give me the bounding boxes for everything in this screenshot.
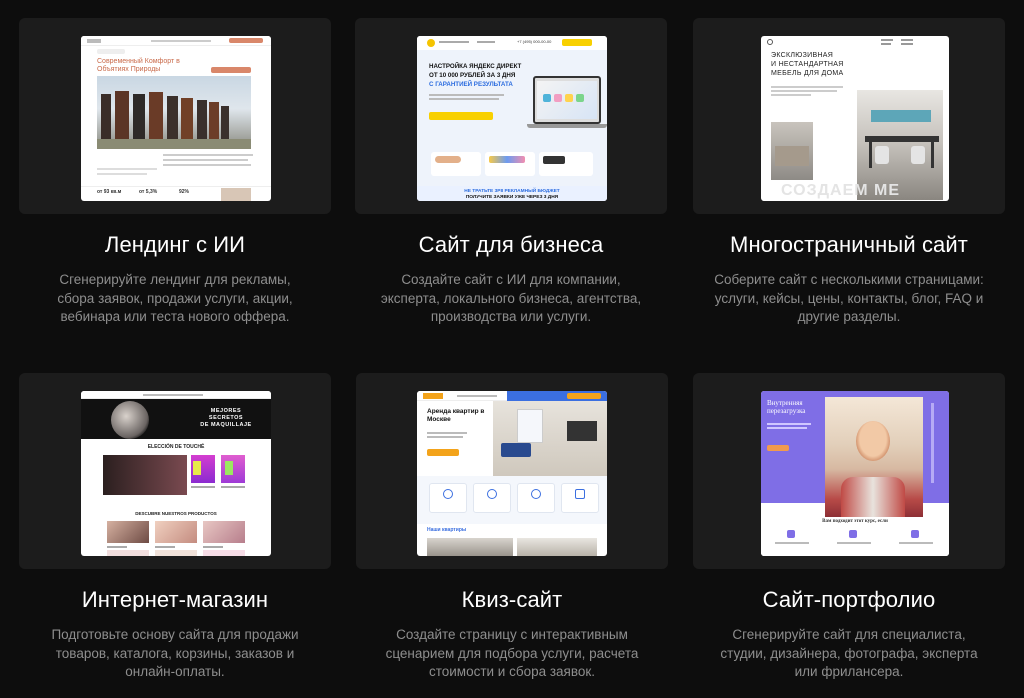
card-title: Лендинг с ИИ xyxy=(104,232,246,257)
preview-stat-2: от 5,3% xyxy=(139,189,158,195)
preview-headline-3: МЕБЕЛЬ ДЛЯ ДОМА xyxy=(771,70,844,77)
preview-section-1: ELECCIÓN DE TOUCHÉ xyxy=(147,444,205,450)
preview-headline: Аренда квартир в Москве xyxy=(427,408,485,423)
preview-headline: Внутренняя перезагрузка xyxy=(767,399,806,416)
card-description: Создайте страницу с интерактивным сценар… xyxy=(385,627,639,679)
card-title: Квиз-сайт xyxy=(461,587,563,612)
card-title: Сайт-портфолио xyxy=(762,587,936,612)
card-description: Соберите сайт с несколькими страницами: … xyxy=(714,272,984,324)
preview-section: Наши квартиры xyxy=(427,527,467,533)
multipage-preview-image: ЭКСКЛЮЗИВНАЯ И НЕСТАНДАРТНАЯ МЕБЕЛЬ ДЛЯ … xyxy=(761,36,949,201)
preview-footer-2: ПОЛУЧИТЕ ЗАЯВКИ УЖЕ ЧЕРЕЗ 3 ДНЯ xyxy=(465,195,559,200)
preview-headline-2: ОТ 10 000 РУБЛЕЙ ЗА 3 ДНЯ xyxy=(429,72,516,79)
preview-watermark: СОЗДАЕМ МЕ xyxy=(781,182,901,199)
preview-hero-3: DE MAQUILLAJE xyxy=(200,422,252,428)
preview-hero-1: MEJORES xyxy=(210,408,242,414)
quiz-preview-image: Аренда квартир в Москве Наши квартиры xyxy=(417,391,607,556)
portfolio-preview-image: Внутренняя перезагрузка Вам подходит это… xyxy=(761,391,949,556)
business-preview-image: +7 (495) 000-00-00 НАСТРОЙКА ЯНДЕКС ДИРЕ… xyxy=(417,36,607,201)
preview-hero-2: SECRETOS xyxy=(208,415,244,421)
card-description: Создайте сайт с ИИ для компании, эксперт… xyxy=(380,272,642,324)
preview-headline-1: НАСТРОЙКА ЯНДЕКС ДИРЕКТ xyxy=(429,63,522,70)
preview-phone: +7 (495) 000-00-00 xyxy=(517,39,552,44)
preview-section-2: DESCUBRE NUESTROS PRODUCTOS xyxy=(135,511,217,516)
preview-stat-1: от 93 кв.м xyxy=(97,189,122,195)
card-title: Сайт для бизнеса xyxy=(418,232,604,257)
shop-preview-image: MEJORES SECRETOS DE MAQUILLAJE ELECCIÓN … xyxy=(81,391,271,556)
preview-headline-3: С ГАРАНТИЕЙ РЕЗУЛЬТАТА xyxy=(429,81,513,88)
preview-headline-1: ЭКСКЛЮЗИВНАЯ xyxy=(771,52,834,59)
card-title: Интернет-магазин xyxy=(81,587,269,612)
preview-footer-1: НЕ ТРАТЬТЕ 3Р8 РЕКЛАМНЫЙ БЮДЖЕТ xyxy=(464,189,560,194)
preview-stat-3: 92% xyxy=(179,189,190,195)
card-description: Сгенерируйте сайт для специалиста, студи… xyxy=(720,627,978,679)
card-description: Сгенерируйте лендинг для рекламы, сбора … xyxy=(57,272,293,324)
preview-headline-2: И НЕСТАНДАРТНАЯ xyxy=(771,61,844,68)
preview-headline: Современный Комфорт в Объятиях Природы xyxy=(97,58,180,73)
card-description: Подготовьте основу сайта для продажи тов… xyxy=(51,627,299,679)
landing-preview-image: Современный Комфорт в Объятиях Природы о… xyxy=(81,36,271,201)
preview-subhead: Вам подходит этот курс, если xyxy=(822,519,888,524)
card-title: Многостраничный сайт xyxy=(730,232,968,257)
